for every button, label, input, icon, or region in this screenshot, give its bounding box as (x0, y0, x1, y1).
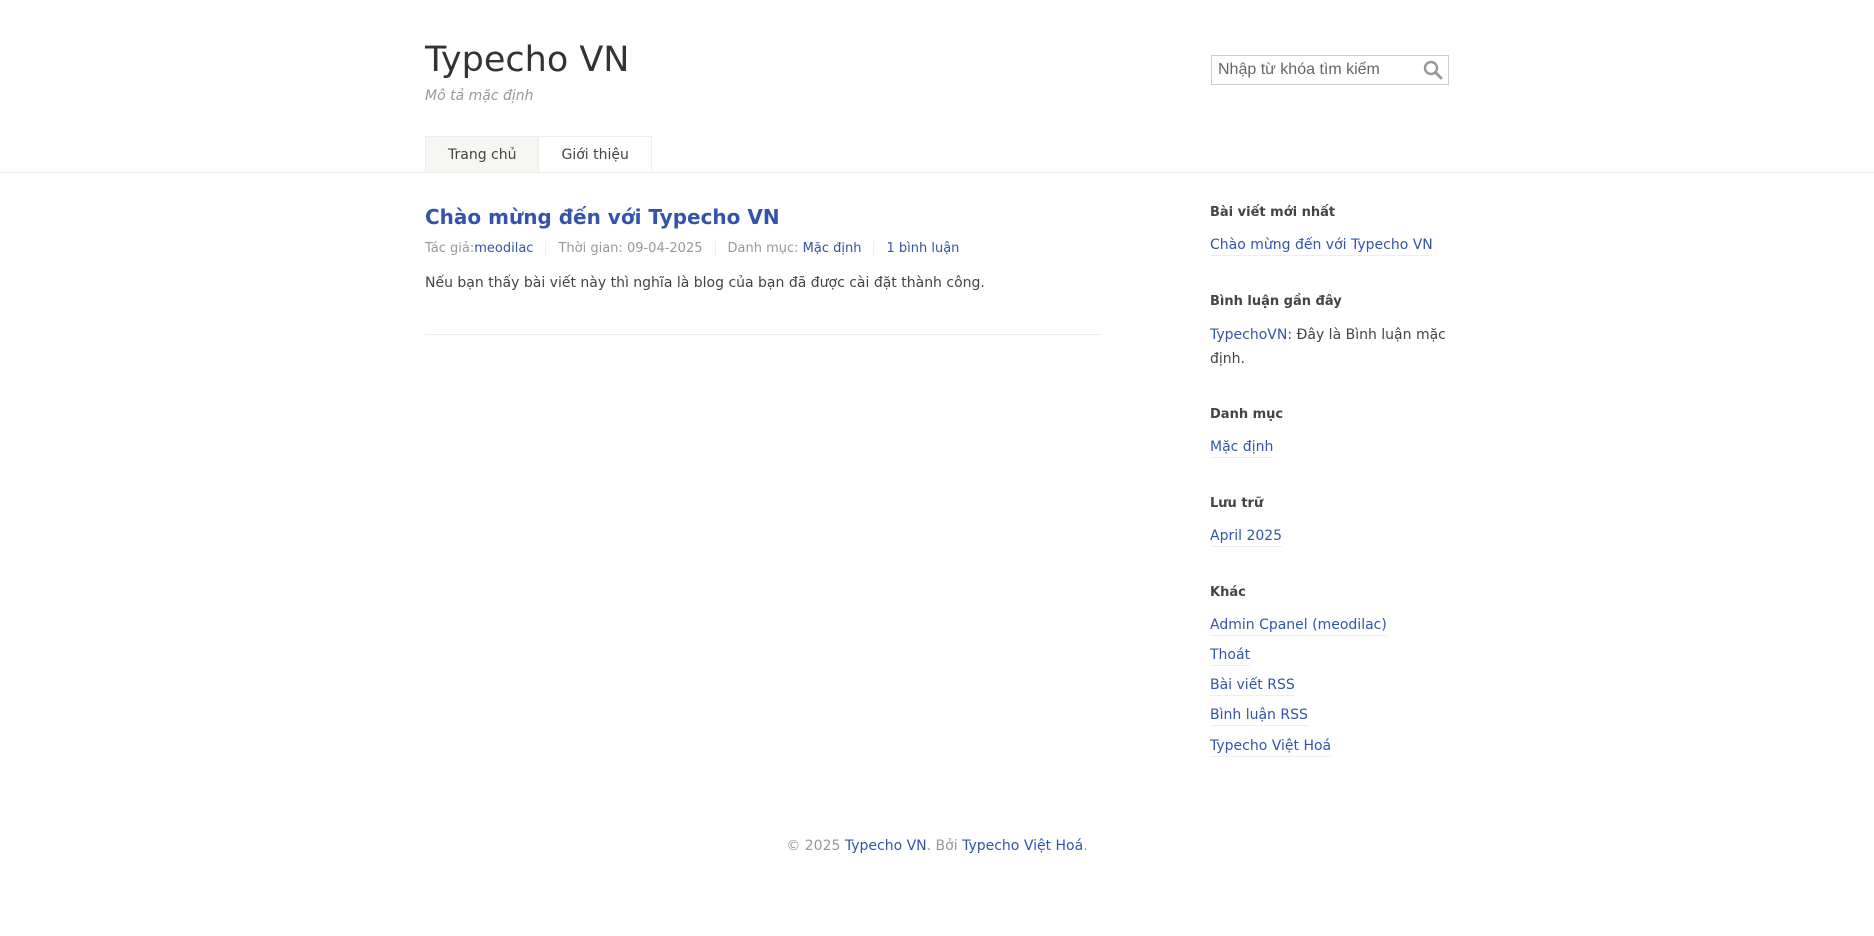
footer-end: . (1083, 838, 1088, 854)
archive-item-link[interactable]: April 2025 (1210, 528, 1283, 547)
nav-item-about[interactable]: Giới thiệu (538, 136, 652, 172)
post-comments: 1 bình luận (873, 241, 971, 257)
nav-item-home[interactable]: Trang chủ (425, 136, 539, 172)
posts-rss-link[interactable]: Bài viết RSS (1210, 677, 1295, 696)
post-meta: Tác giả:meodilac Thời gian: 09-04-2025 D… (425, 241, 971, 257)
category-label: Danh mục: (727, 241, 803, 256)
post-title-link[interactable]: Chào mừng đến với Typecho VN (425, 205, 780, 229)
comments-link[interactable]: 1 bình luận (886, 241, 959, 256)
main-area: Chào mừng đến với Typecho VN Tác giả:meo… (425, 173, 1449, 793)
recent-post-link[interactable]: Chào mừng đến với Typecho VN (1210, 237, 1433, 256)
widget-title-other: Khác (1210, 585, 1246, 600)
admin-cpanel-link[interactable]: Admin Cpanel (meodilac) (1210, 617, 1387, 636)
post-divider (425, 334, 1102, 335)
widget-title-recent-comments: Bình luận gần đây (1210, 294, 1342, 309)
recent-comment: TypechoVN: Đây là Bình luận mặc định. (1210, 323, 1450, 371)
search-input[interactable] (1212, 56, 1418, 84)
post-category: Danh mục: Mặc định (714, 241, 874, 257)
author-link[interactable]: meodilac (474, 241, 533, 256)
site-header: Typecho VN Mô tả mặc định Trang chủ Giới… (0, 0, 1874, 173)
post-excerpt: Nếu bạn thấy bài viết này thì nghĩa là b… (425, 275, 985, 291)
widget-title-archives: Lưu trữ (1210, 496, 1264, 511)
footer-powered-link[interactable]: Typecho Việt Hoá (962, 838, 1083, 854)
main-nav: Trang chủ Giới thiệu (425, 136, 652, 172)
time-label: Thời gian: (558, 241, 627, 256)
category-item-link[interactable]: Mặc định (1210, 439, 1274, 458)
time-value: 09-04-2025 (626, 241, 703, 256)
post-title: Chào mừng đến với Typecho VN (425, 205, 780, 229)
footer-site-link[interactable]: Typecho VN (845, 838, 927, 854)
post-time: Thời gian: 09-04-2025 (545, 241, 714, 257)
search-button[interactable] (1418, 56, 1448, 84)
widget-title-recent-posts: Bài viết mới nhất (1210, 205, 1336, 220)
post-author: Tác giả:meodilac (425, 241, 545, 257)
search-form (1211, 55, 1449, 85)
typecho-vietnamese-link[interactable]: Typecho Việt Hoá (1210, 738, 1332, 757)
comment-author-link[interactable]: TypechoVN (1210, 327, 1287, 343)
widget-title-categories: Danh mục (1210, 407, 1284, 422)
site-footer: © 2025 Typecho VN. Bởi Typecho Việt Hoá. (0, 838, 1874, 854)
logout-link[interactable]: Thoát (1210, 647, 1251, 666)
comments-rss-link[interactable]: Bình luận RSS (1210, 707, 1308, 726)
site-description: Mô tả mặc định (425, 88, 534, 104)
footer-by-text: . Bởi (926, 838, 963, 854)
author-label: Tác giả: (425, 241, 475, 256)
category-link[interactable]: Mặc định (803, 241, 862, 256)
site-title[interactable]: Typecho VN (425, 38, 629, 82)
search-icon (1423, 60, 1443, 80)
footer-copyright: © 2025 (786, 838, 845, 854)
